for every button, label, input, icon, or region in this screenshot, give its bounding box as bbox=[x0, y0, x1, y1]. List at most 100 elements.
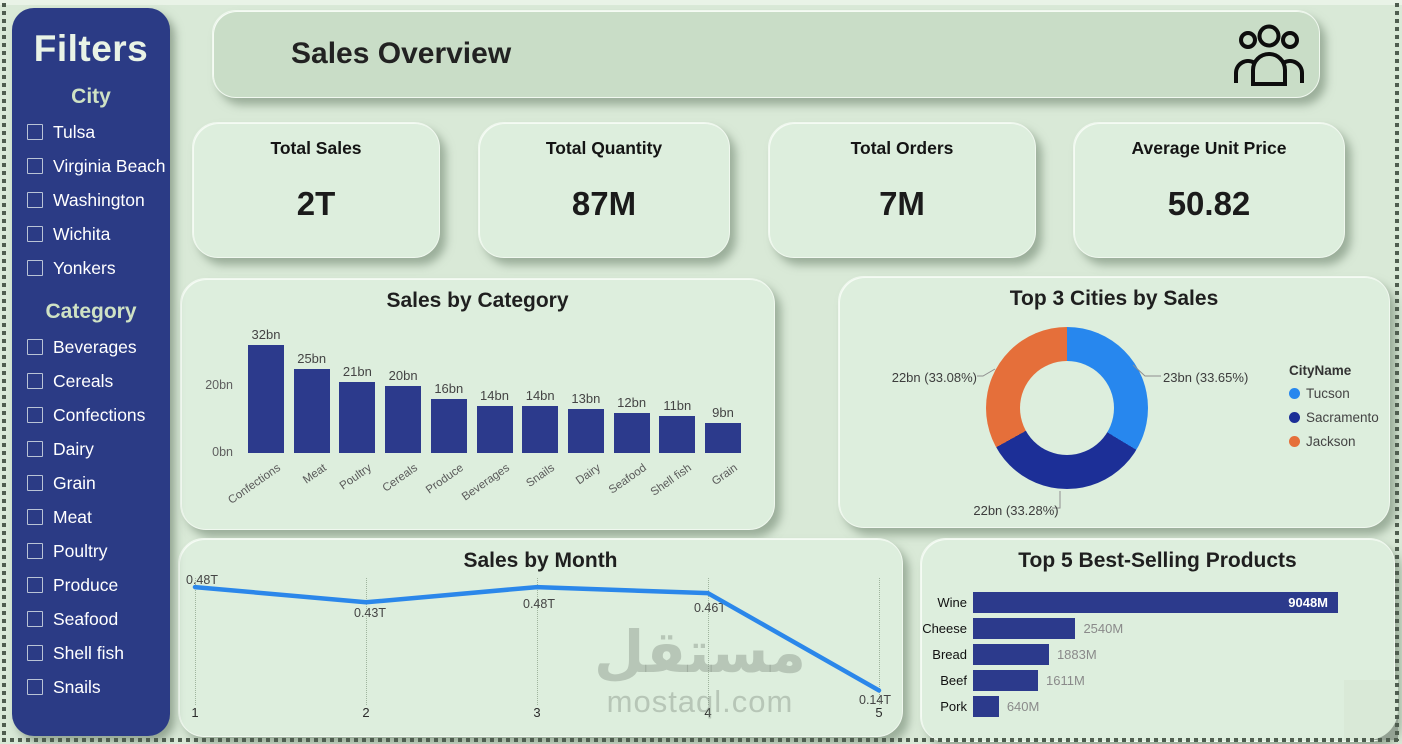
y-axis-label: 0bn bbox=[191, 445, 233, 459]
bar-shell-fish[interactable] bbox=[659, 416, 695, 453]
filter-item-virginia-beach[interactable]: Virginia Beach bbox=[12, 149, 170, 183]
checkbox-shell-fish[interactable] bbox=[27, 645, 43, 661]
filter-item-poultry[interactable]: Poultry bbox=[12, 534, 170, 568]
filter-item-label: Yonkers bbox=[53, 258, 116, 279]
products-plot: Wine9048MCheese2540MBread1883MBeef1611MP… bbox=[921, 539, 1394, 741]
product-label: Cheese bbox=[921, 621, 967, 636]
bar-value-label: 32bn bbox=[234, 327, 298, 342]
product-label: Beef bbox=[921, 673, 967, 688]
sidebar-groups: City Tulsa Virginia Beach Washington Wichita… bbox=[12, 85, 170, 704]
bar-seafood[interactable] bbox=[614, 413, 650, 453]
filter-item-beverages[interactable]: Beverages bbox=[12, 330, 170, 364]
filter-item-meat[interactable]: Meat bbox=[12, 500, 170, 534]
filter-item-confections[interactable]: Confections bbox=[12, 398, 170, 432]
checkbox-snails[interactable] bbox=[27, 679, 43, 695]
filter-item-snails[interactable]: Snails bbox=[12, 670, 170, 704]
bar-category-label: Produce bbox=[377, 462, 466, 529]
checkbox-yonkers[interactable] bbox=[27, 260, 43, 276]
legend-items: Tucson Sacramento Jackson bbox=[1289, 386, 1379, 449]
legend-label: Tucson bbox=[1306, 386, 1350, 401]
product-label: Wine bbox=[921, 595, 967, 610]
legend-item-sacramento[interactable]: Sacramento bbox=[1289, 410, 1379, 425]
bar-cereals[interactable] bbox=[385, 386, 421, 453]
sales-by-category-card: Sales by Category 32bnConfections25bnMea… bbox=[180, 278, 775, 530]
header-card: Sales Overview bbox=[212, 10, 1320, 98]
bar-produce[interactable] bbox=[431, 399, 467, 453]
dotted-border-left bbox=[2, 3, 6, 741]
bar-poultry[interactable] bbox=[339, 382, 375, 453]
checkbox-confections[interactable] bbox=[27, 407, 43, 423]
kpi-card-average-unit-price: Average Unit Price50.82 bbox=[1073, 122, 1345, 258]
sales-by-month-card: Sales by Month 123450.48T0.43T0.48T0.46T… bbox=[178, 538, 903, 737]
filter-item-label: Beverages bbox=[53, 337, 137, 358]
filter-item-label: Dairy bbox=[53, 439, 94, 460]
checkbox-dairy[interactable] bbox=[27, 441, 43, 457]
bar-category-label: Dairy bbox=[514, 462, 603, 529]
filter-item-produce[interactable]: Produce bbox=[12, 568, 170, 602]
bar-value-label: 9bn bbox=[691, 405, 755, 420]
filter-item-cereals[interactable]: Cereals bbox=[12, 364, 170, 398]
bar-grain[interactable] bbox=[705, 423, 741, 453]
filter-item-label: Cereals bbox=[53, 371, 113, 392]
filter-item-label: Washington bbox=[53, 190, 145, 211]
legend-item-tucson[interactable]: Tucson bbox=[1289, 386, 1379, 401]
filter-item-washington[interactable]: Washington bbox=[12, 183, 170, 217]
bar-category-label: Cereals bbox=[331, 462, 420, 529]
product-value-label: 1611M bbox=[1046, 673, 1085, 688]
checkbox-poultry[interactable] bbox=[27, 543, 43, 559]
checkbox-produce[interactable] bbox=[27, 577, 43, 593]
kpi-value: 50.82 bbox=[1074, 185, 1344, 223]
checkbox-washington[interactable] bbox=[27, 192, 43, 208]
hbar-bread[interactable] bbox=[973, 644, 1049, 665]
filter-group-label-category: Category bbox=[12, 300, 170, 324]
product-value-label: 2540M bbox=[1083, 621, 1123, 636]
filters-sidebar: Filters City Tulsa Virginia Beach Washingto… bbox=[12, 8, 170, 736]
page-title: Sales Overview bbox=[291, 37, 511, 71]
filter-item-label: Shell fish bbox=[53, 643, 124, 664]
legend-dot bbox=[1289, 436, 1300, 447]
product-value-label: 640M bbox=[1007, 699, 1040, 714]
product-value-label: 9048M bbox=[973, 595, 1328, 610]
line-chart[interactable] bbox=[179, 539, 904, 738]
legend-item-jackson[interactable]: Jackson bbox=[1289, 434, 1379, 449]
filter-item-label: Virginia Beach bbox=[53, 156, 166, 177]
bar-beverages[interactable] bbox=[477, 406, 513, 453]
checkbox-seafood[interactable] bbox=[27, 611, 43, 627]
product-value-label: 1883M bbox=[1057, 647, 1097, 662]
kpi-label: Total Quantity bbox=[479, 138, 729, 159]
kpi-value: 2T bbox=[193, 185, 439, 223]
kpi-value: 87M bbox=[479, 185, 729, 223]
filter-group-label-city: City bbox=[12, 85, 170, 109]
filter-item-wichita[interactable]: Wichita bbox=[12, 217, 170, 251]
filter-item-yonkers[interactable]: Yonkers bbox=[12, 251, 170, 285]
bar-snails[interactable] bbox=[522, 406, 558, 453]
hbar-pork[interactable] bbox=[973, 696, 999, 717]
filter-item-seafood[interactable]: Seafood bbox=[12, 602, 170, 636]
checkbox-wichita[interactable] bbox=[27, 226, 43, 242]
filters-title: Filters bbox=[12, 28, 170, 70]
hbar-beef[interactable] bbox=[973, 670, 1038, 691]
product-label: Bread bbox=[921, 647, 967, 662]
legend-dot bbox=[1289, 412, 1300, 423]
bar-confections[interactable] bbox=[248, 345, 284, 453]
checkbox-tulsa[interactable] bbox=[27, 124, 43, 140]
checkbox-beverages[interactable] bbox=[27, 339, 43, 355]
bar-category-label: Confections bbox=[194, 462, 283, 529]
filter-item-tulsa[interactable]: Tulsa bbox=[12, 115, 170, 149]
checkbox-meat[interactable] bbox=[27, 509, 43, 525]
slice-label-jackson: 22bn (33.08%) bbox=[853, 370, 977, 385]
checkbox-virginia-beach[interactable] bbox=[27, 158, 43, 174]
filter-item-dairy[interactable]: Dairy bbox=[12, 432, 170, 466]
bar-category-label: Grain bbox=[651, 462, 740, 529]
hbar-cheese[interactable] bbox=[973, 618, 1075, 639]
legend-label: Sacramento bbox=[1306, 410, 1379, 425]
filter-item-grain[interactable]: Grain bbox=[12, 466, 170, 500]
kpi-label: Total Orders bbox=[769, 138, 1035, 159]
filter-item-label: Produce bbox=[53, 575, 118, 596]
checkbox-cereals[interactable] bbox=[27, 373, 43, 389]
filter-item-shell-fish[interactable]: Shell fish bbox=[12, 636, 170, 670]
bar-dairy[interactable] bbox=[568, 409, 604, 453]
checkbox-grain[interactable] bbox=[27, 475, 43, 491]
bar-category-label: Shell fish bbox=[605, 462, 694, 529]
bar-meat[interactable] bbox=[294, 369, 330, 453]
